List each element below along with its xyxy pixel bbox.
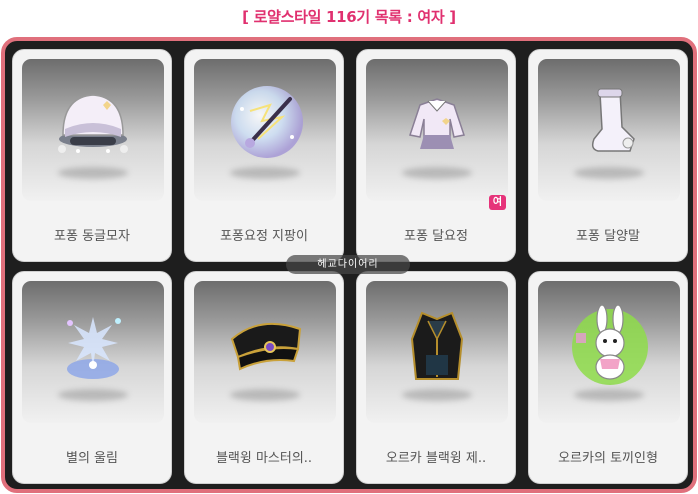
item-card-fairy-wand[interactable]: 포퐁요정 지팡이 xyxy=(184,49,344,262)
moon-socks-icon xyxy=(591,88,635,152)
item-name: 포퐁요정 지팡이 xyxy=(220,229,308,244)
item-card-black-wing-cap[interactable]: 블랙윙 마스터의.. xyxy=(184,271,344,484)
watermark: 헤교다이어리 xyxy=(286,255,410,274)
black-wing-cap-icon xyxy=(230,322,302,371)
page-title: [ 로얄스타일 116기 목록 : 여자 ] xyxy=(242,8,456,26)
item-name: 포퐁 달요정 xyxy=(404,229,468,244)
item-card-star-echo[interactable]: 별의 울림 xyxy=(12,271,172,484)
item-card-rabbit-doll[interactable]: 오르카의 토끼인형 xyxy=(528,271,688,484)
item-card-round-hat[interactable]: 포퐁 동글모자 xyxy=(12,49,172,262)
item-card-black-wing-coat[interactable]: 오르카 블랙윙 제.. xyxy=(356,271,516,484)
black-wing-coat-icon xyxy=(410,311,464,380)
item-name: 오르카의 토끼인형 xyxy=(558,451,658,466)
item-card-moon-fairy[interactable]: 여 포퐁 달요정 xyxy=(356,49,516,262)
item-name: 포퐁 달양말 xyxy=(576,229,640,244)
item-name: 오르카 블랙윙 제.. xyxy=(385,451,487,466)
gender-badge: 여 xyxy=(489,195,506,210)
round-hat-icon xyxy=(58,94,128,153)
fairy-wand-icon xyxy=(231,86,303,158)
rabbit-doll-icon xyxy=(572,304,648,385)
star-echo-icon xyxy=(67,317,121,379)
item-name: 블랙윙 마스터의.. xyxy=(215,451,313,466)
item-name: 별의 울림 xyxy=(66,451,118,466)
item-name: 포퐁 동글모자 xyxy=(54,229,130,244)
moon-fairy-outfit-icon xyxy=(409,98,465,149)
item-card-moon-socks[interactable]: 포퐁 달양말 xyxy=(528,49,688,262)
